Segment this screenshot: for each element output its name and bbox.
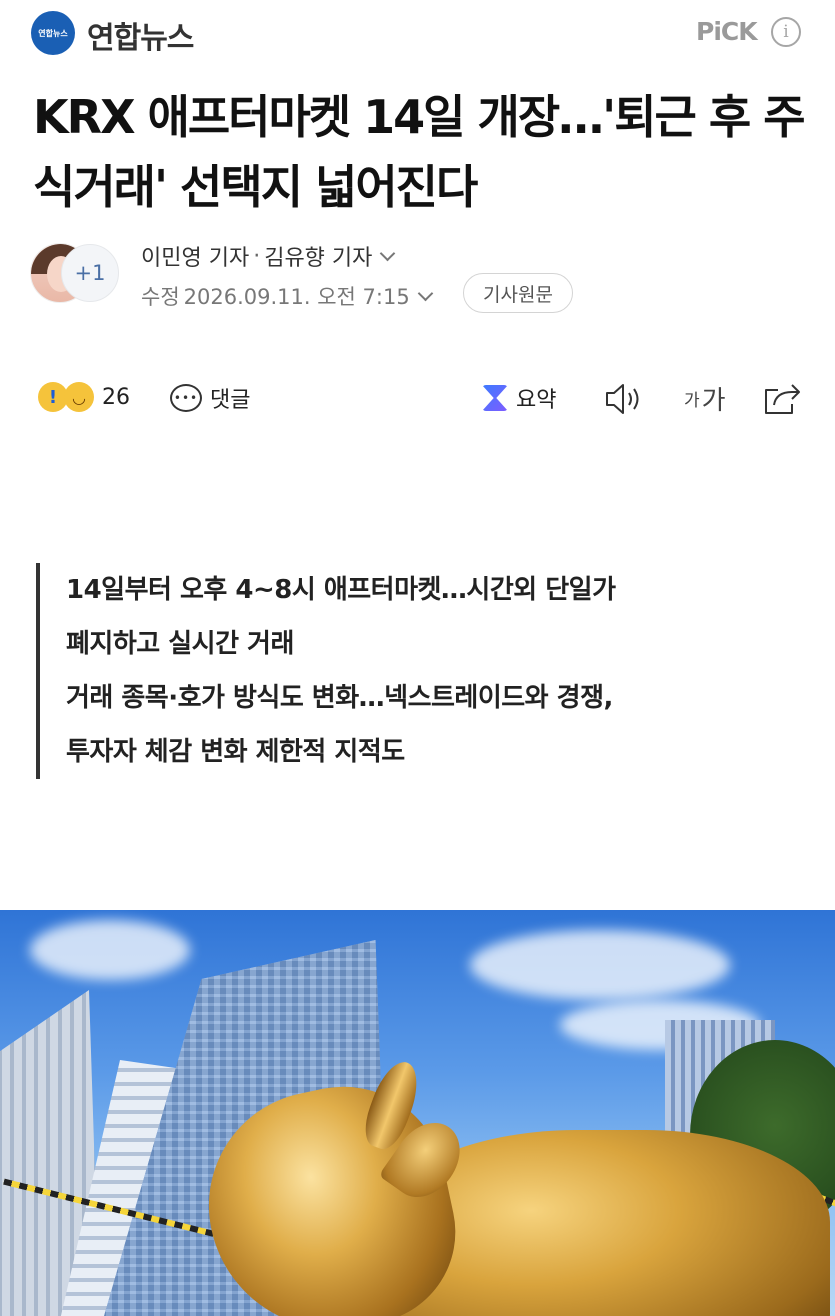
share-icon — [765, 384, 800, 414]
tts-button[interactable] — [604, 382, 644, 416]
font-size-small: 가 — [684, 391, 700, 411]
press-name[interactable]: 연합뉴스 — [87, 13, 194, 57]
action-bar: ! ◡ 26 ••• 댓글 요약 가 가 — [0, 376, 835, 422]
top-bar: 연합뉴스 연합뉴스 PiCK i — [0, 0, 835, 68]
press-logo[interactable]: 연합뉴스 — [31, 11, 75, 55]
chevron-down-icon[interactable] — [380, 245, 396, 261]
comment-button[interactable]: ••• 댓글 — [170, 382, 250, 414]
author-name-1: 이민영 기자 — [141, 246, 250, 271]
article-date[interactable]: 수정 2026.09.11. 오전 7:15 — [141, 281, 433, 311]
summary-label: 요약 — [516, 388, 557, 413]
reaction-count: 26 — [102, 384, 130, 410]
author-list[interactable]: 이민영 기자 · 김유향 기자 — [141, 240, 396, 272]
font-size-large: 가 — [701, 386, 726, 416]
extra-authors-badge[interactable]: +1 — [61, 244, 119, 302]
summary-icon — [482, 385, 508, 411]
article-photo[interactable] — [0, 910, 835, 1316]
smile-emoji-icon: ◡ — [64, 382, 94, 412]
pick-badge: PiCK — [696, 17, 758, 46]
author-separator: · — [253, 243, 261, 269]
speaker-icon — [606, 384, 639, 414]
summary-line: 14일부터 오후 4~8시 애프터마켓…시간외 단일가 — [66, 575, 616, 605]
summary-line: 폐지하고 실시간 거래 — [66, 629, 294, 659]
author-name-2: 김유향 기자 — [264, 246, 373, 271]
chevron-down-icon[interactable] — [417, 285, 433, 301]
summary-line: 투자자 체감 변화 제한적 지적도 — [66, 737, 405, 767]
summary-button[interactable]: 요약 — [482, 382, 556, 414]
reaction-button[interactable]: ! ◡ 26 — [38, 382, 130, 412]
info-icon[interactable]: i — [771, 17, 801, 47]
date-label: 수정 — [141, 285, 180, 309]
comment-icon: ••• — [170, 384, 202, 412]
cloud — [30, 920, 190, 980]
date-value: 2026.09.11. 오전 7:15 — [183, 285, 410, 309]
share-button[interactable] — [762, 380, 802, 416]
cloud — [470, 930, 730, 1000]
font-size-button[interactable]: 가 가 — [684, 380, 726, 417]
comment-label: 댓글 — [210, 388, 251, 413]
original-article-button[interactable]: 기사원문 — [463, 273, 573, 313]
article-headline: KRX 애프터마켓 14일 개장…'퇴근 후 주식거래' 선택지 넓어진다 — [33, 90, 806, 214]
summary-line: 거래 종목·호가 방식도 변화…넥스트레이드와 경쟁, — [66, 683, 613, 713]
article-summary: 14일부터 오후 4~8시 애프터마켓…시간외 단일가 폐지하고 실시간 거래 … — [36, 563, 796, 779]
